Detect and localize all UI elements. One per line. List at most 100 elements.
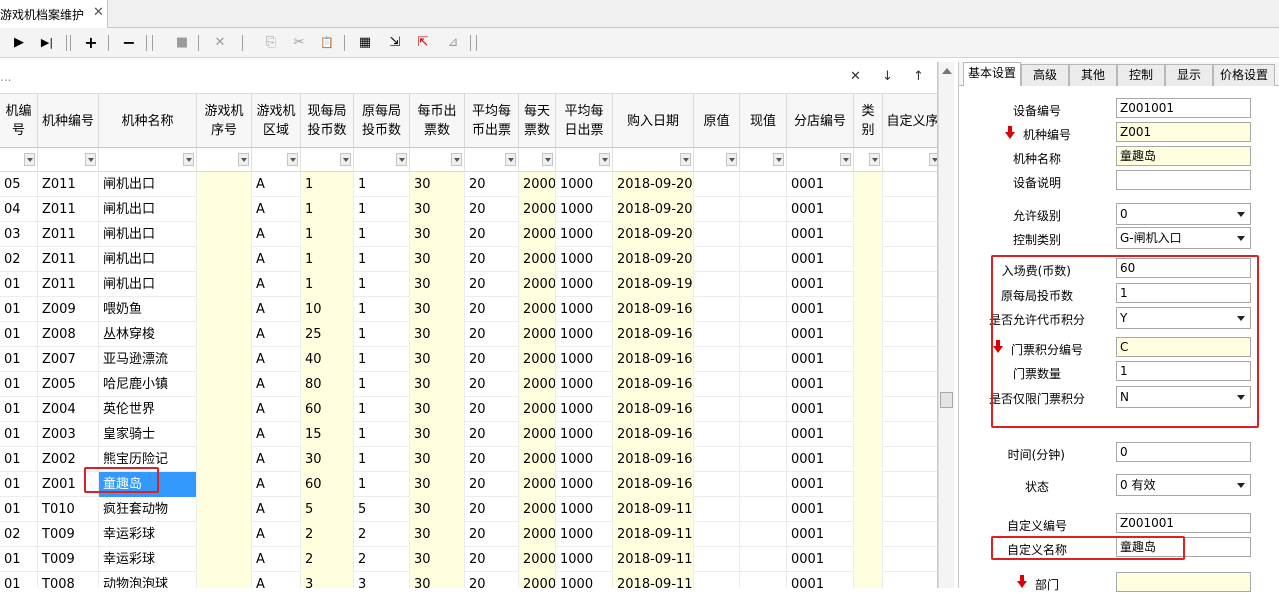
time-field[interactable]: 0 bbox=[1116, 442, 1251, 462]
cell-tickets-per-coin[interactable]: 30 bbox=[410, 497, 465, 522]
cell-cur-coins[interactable]: 25 bbox=[301, 322, 354, 347]
cell-cur-coins[interactable]: 2 bbox=[301, 547, 354, 572]
cell-cur-value[interactable] bbox=[740, 372, 787, 397]
cell-branch-no[interactable]: 0001 bbox=[787, 447, 854, 472]
cell-model-name[interactable]: 动物泡泡球 bbox=[99, 572, 197, 588]
cell-branch-no[interactable]: 0001 bbox=[787, 547, 854, 572]
cell-tickets-per-coin[interactable]: 30 bbox=[410, 172, 465, 197]
cell-branch-no[interactable]: 0001 bbox=[787, 222, 854, 247]
cell-game-seq[interactable] bbox=[197, 222, 252, 247]
cell-purchase-date[interactable]: 2018-09-20 bbox=[613, 247, 694, 272]
table-row[interactable]: 01 Z001 童趣岛 A 60 1 30 20 2000 1000 2018-09-16 0001 bbox=[0, 472, 937, 497]
cell-branch-no[interactable]: 0001 bbox=[787, 272, 854, 297]
cell-cur-coins[interactable]: 2 bbox=[301, 522, 354, 547]
cell-branch-no[interactable]: 0001 bbox=[787, 247, 854, 272]
filter-cell-model-no[interactable] bbox=[38, 148, 99, 172]
table-row[interactable]: 01 Z011 闸机出口 A 1 1 30 20 2000 1000 2018-09-19 0001 bbox=[0, 272, 937, 297]
cell-orig-value[interactable] bbox=[694, 547, 740, 572]
column-header-cur-value[interactable]: 现值 bbox=[740, 94, 787, 148]
last-record-icon[interactable]: ▶| bbox=[36, 34, 58, 52]
cell-cur-coins[interactable]: 40 bbox=[301, 347, 354, 372]
allow-level-select[interactable]: 0 bbox=[1116, 203, 1251, 225]
cell-category[interactable] bbox=[854, 397, 883, 422]
stop-icon[interactable]: ■ bbox=[173, 34, 191, 52]
cell-custom-seq[interactable] bbox=[883, 372, 937, 397]
cell-model-no[interactable]: Z008 bbox=[38, 322, 99, 347]
cell-model-no[interactable]: Z011 bbox=[38, 272, 99, 297]
cell-cur-value[interactable] bbox=[740, 347, 787, 372]
orig-coins-field[interactable]: 1 bbox=[1116, 283, 1251, 303]
model-name-field[interactable]: 童趣岛 bbox=[1116, 146, 1251, 166]
cell-tickets-per-coin[interactable]: 30 bbox=[410, 297, 465, 322]
cell-model-no[interactable]: Z005 bbox=[38, 372, 99, 397]
cell-cur-coins[interactable]: 60 bbox=[301, 472, 354, 497]
cell-avg-daily-tickets[interactable]: 1000 bbox=[556, 572, 613, 588]
cell-orig-value[interactable] bbox=[694, 197, 740, 222]
filter-cell-machine-no[interactable] bbox=[0, 148, 38, 172]
cell-model-no[interactable]: Z011 bbox=[38, 172, 99, 197]
cell-model-no[interactable]: Z002 bbox=[38, 447, 99, 472]
filter-cell-purchase-date[interactable] bbox=[613, 148, 694, 172]
entry-fee-field[interactable]: 60 bbox=[1116, 258, 1251, 278]
filter-dropdown-icon[interactable] bbox=[183, 153, 194, 166]
filter-dropdown-icon[interactable] bbox=[238, 153, 249, 166]
cell-game-area[interactable]: A bbox=[252, 197, 301, 222]
column-header-orig-coins[interactable]: 原每局 投币数 bbox=[354, 94, 410, 148]
cell-machine-no[interactable]: 04 bbox=[0, 197, 38, 222]
cell-branch-no[interactable]: 0001 bbox=[787, 172, 854, 197]
cancel-icon[interactable]: ✕ bbox=[211, 34, 229, 52]
cell-machine-no[interactable]: 01 bbox=[0, 272, 38, 297]
cell-avg-daily-tickets[interactable]: 1000 bbox=[556, 197, 613, 222]
cell-purchase-date[interactable]: 2018-09-11 bbox=[613, 497, 694, 522]
cell-game-area[interactable]: A bbox=[252, 422, 301, 447]
cell-cur-coins[interactable]: 3 bbox=[301, 572, 354, 588]
cell-custom-seq[interactable] bbox=[883, 247, 937, 272]
cell-model-name[interactable]: 闸机出口 bbox=[99, 222, 197, 247]
cell-cur-coins[interactable]: 1 bbox=[301, 222, 354, 247]
cell-tickets-per-coin[interactable]: 30 bbox=[410, 247, 465, 272]
cell-daily-tickets[interactable]: 2000 bbox=[519, 472, 556, 497]
cell-orig-value[interactable] bbox=[694, 472, 740, 497]
cell-cur-value[interactable] bbox=[740, 547, 787, 572]
cell-game-area[interactable]: A bbox=[252, 297, 301, 322]
cell-orig-coins[interactable]: 2 bbox=[354, 547, 410, 572]
cell-orig-value[interactable] bbox=[694, 397, 740, 422]
cell-machine-no[interactable]: 01 bbox=[0, 322, 38, 347]
cell-machine-no[interactable]: 01 bbox=[0, 447, 38, 472]
tab-price-settings[interactable]: 价格设置 bbox=[1213, 64, 1275, 86]
cell-category[interactable] bbox=[854, 547, 883, 572]
cell-purchase-date[interactable]: 2018-09-16 bbox=[613, 372, 694, 397]
cell-model-name[interactable]: 闸机出口 bbox=[99, 247, 197, 272]
filter-dropdown-icon[interactable] bbox=[340, 153, 351, 166]
cell-cur-value[interactable] bbox=[740, 172, 787, 197]
cell-tickets-per-coin[interactable]: 30 bbox=[410, 322, 465, 347]
cell-custom-seq[interactable] bbox=[883, 222, 937, 247]
cell-daily-tickets[interactable]: 2000 bbox=[519, 522, 556, 547]
model-no-field[interactable]: Z001 bbox=[1116, 122, 1251, 142]
cell-category[interactable] bbox=[854, 172, 883, 197]
cell-game-area[interactable]: A bbox=[252, 372, 301, 397]
cell-purchase-date[interactable]: 2018-09-20 bbox=[613, 172, 694, 197]
table-row[interactable]: 01 Z008 丛林穿梭 A 25 1 30 20 2000 1000 2018-09-16 0001 bbox=[0, 322, 937, 347]
cell-daily-tickets[interactable]: 2000 bbox=[519, 272, 556, 297]
cell-cur-value[interactable] bbox=[740, 447, 787, 472]
column-header-custom-seq[interactable]: 自定义序 bbox=[883, 94, 937, 148]
column-header-tickets-per-coin[interactable]: 每币出 票数 bbox=[410, 94, 465, 148]
control-type-select[interactable]: G-闸机入口 bbox=[1116, 227, 1251, 249]
cell-avg-tickets-coin[interactable]: 20 bbox=[465, 547, 519, 572]
cell-purchase-date[interactable]: 2018-09-20 bbox=[613, 197, 694, 222]
cell-game-area[interactable]: A bbox=[252, 172, 301, 197]
cell-avg-tickets-coin[interactable]: 20 bbox=[465, 397, 519, 422]
cell-branch-no[interactable]: 0001 bbox=[787, 572, 854, 588]
cell-daily-tickets[interactable]: 2000 bbox=[519, 447, 556, 472]
cell-game-seq[interactable] bbox=[197, 297, 252, 322]
column-header-model-name[interactable]: 机种名称 bbox=[99, 94, 197, 148]
cell-custom-seq[interactable] bbox=[883, 297, 937, 322]
paste-icon[interactable]: 📋 bbox=[318, 34, 336, 52]
cell-purchase-date[interactable]: 2018-09-11 bbox=[613, 547, 694, 572]
cell-game-seq[interactable] bbox=[197, 247, 252, 272]
cell-avg-daily-tickets[interactable]: 1000 bbox=[556, 247, 613, 272]
filter-dropdown-icon[interactable] bbox=[773, 153, 784, 166]
cell-branch-no[interactable]: 0001 bbox=[787, 397, 854, 422]
cell-game-area[interactable]: A bbox=[252, 572, 301, 588]
